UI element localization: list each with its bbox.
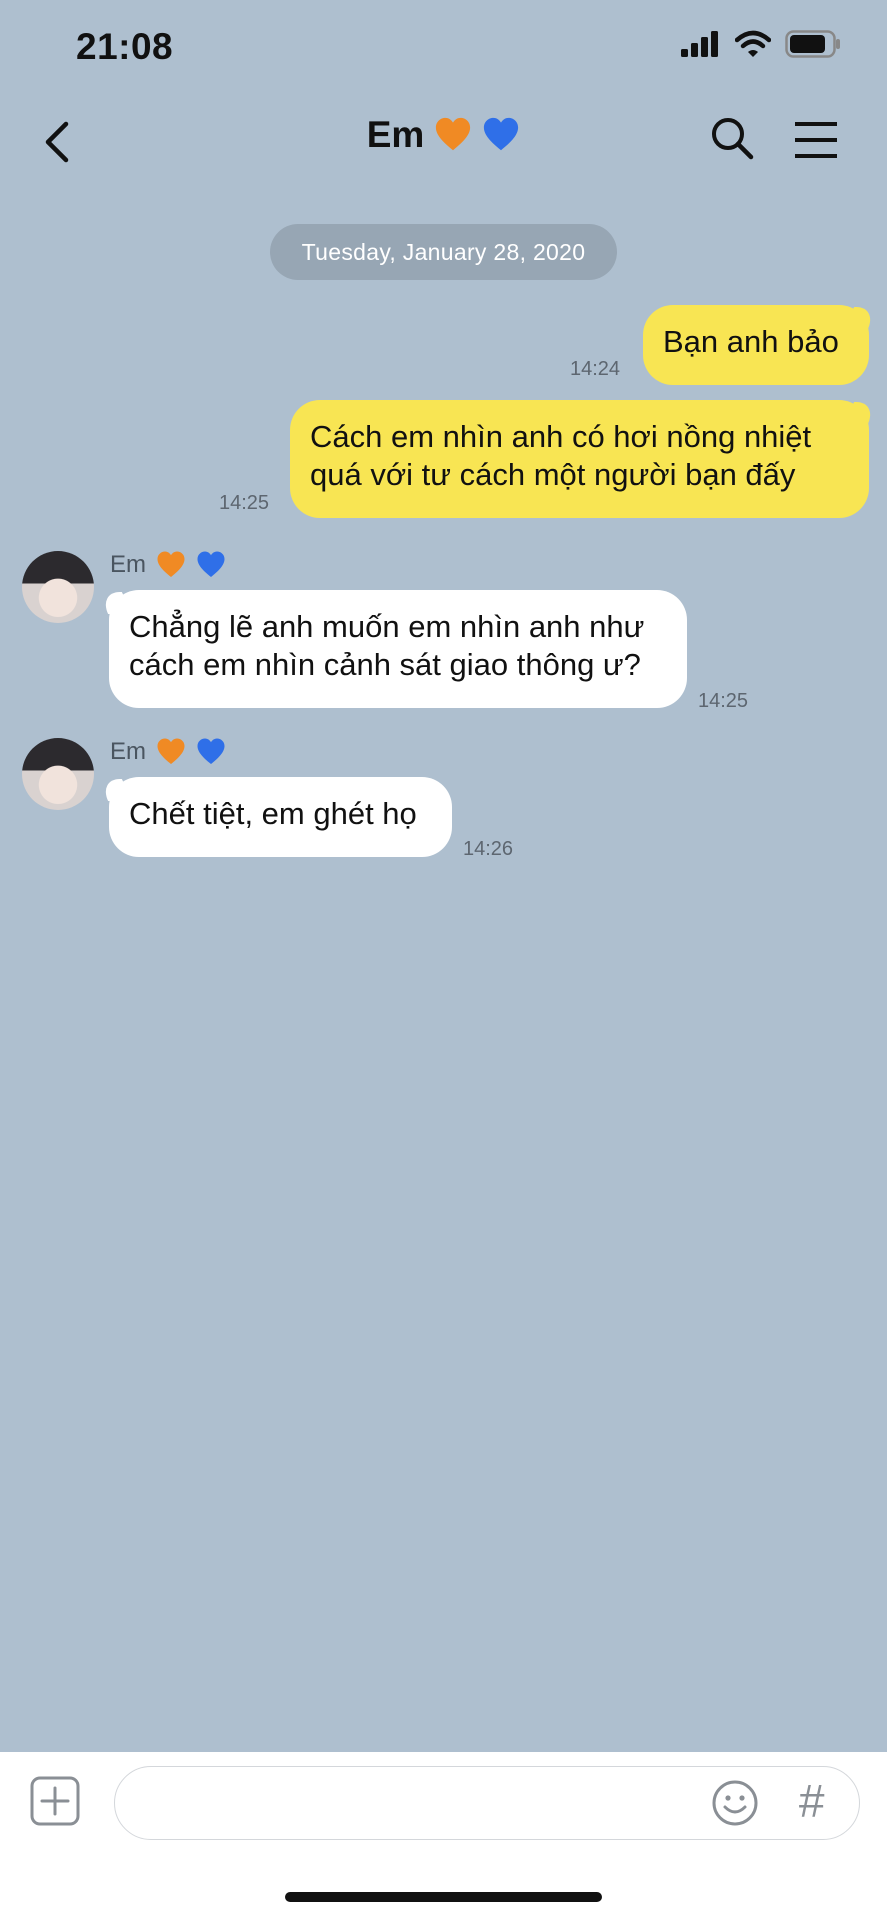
orange-heart-icon xyxy=(157,551,185,577)
sender-name-text: Em xyxy=(110,551,146,578)
blue-heart-icon xyxy=(197,551,225,577)
status-icons xyxy=(681,30,841,58)
outgoing-message-bubble[interactable]: Cách em nhìn anh có hơi nồng nhiệt quá v… xyxy=(290,400,869,518)
message-text-line: Chẳng lẽ anh muốn em nhìn anh như xyxy=(129,609,645,644)
message-text: Bạn anh bảo xyxy=(663,324,839,359)
orange-heart-icon xyxy=(436,117,471,151)
chat-title-text: Em xyxy=(366,114,425,155)
menu-icon[interactable] xyxy=(793,120,839,160)
incoming-message-bubble[interactable]: Chết tiệt, em ghét họ xyxy=(109,777,452,857)
battery-icon xyxy=(785,30,840,58)
add-attachment-button[interactable] xyxy=(30,1776,80,1826)
avatar[interactable] xyxy=(22,738,94,810)
avatar[interactable] xyxy=(22,551,94,623)
message-text-line: cách em nhìn cảnh sát giao thông ư? xyxy=(129,647,641,682)
home-indicator xyxy=(285,1892,602,1902)
chat-header: Em xyxy=(0,110,887,174)
search-icon[interactable] xyxy=(710,116,754,160)
message-time: 14:24 xyxy=(570,358,621,380)
message-text-line: Cách em nhìn anh có hơi nồng nhiệt xyxy=(310,419,812,454)
message-input[interactable] xyxy=(139,1767,703,1839)
incoming-message-bubble[interactable]: Chẳng lẽ anh muốn em nhìn anh như cách e… xyxy=(109,590,687,708)
date-separator: Tuesday, January 28, 2020 xyxy=(270,224,617,280)
message-time: 14:26 xyxy=(463,838,514,860)
emoji-icon[interactable] xyxy=(711,1779,759,1827)
hashtag-button[interactable]: # xyxy=(791,1773,831,1829)
blue-heart-icon xyxy=(197,738,225,764)
outgoing-message-bubble[interactable]: Bạn anh bảo xyxy=(643,305,869,385)
sender-name: Em xyxy=(110,737,226,767)
message-time: 14:25 xyxy=(219,492,270,514)
message-text: Chết tiệt, em ghét họ xyxy=(129,796,417,831)
signal-icon xyxy=(681,31,718,57)
message-time: 14:25 xyxy=(698,690,749,712)
sender-name: Em xyxy=(110,550,226,580)
sender-name-text: Em xyxy=(110,738,146,765)
blue-heart-icon xyxy=(484,117,519,151)
status-time: 21:08 xyxy=(76,26,174,67)
message-input-container[interactable]: # xyxy=(114,1766,860,1840)
orange-heart-icon xyxy=(157,738,185,764)
message-text-line: quá với tư cách một người bạn đấy xyxy=(310,457,796,492)
wifi-icon xyxy=(735,30,771,57)
